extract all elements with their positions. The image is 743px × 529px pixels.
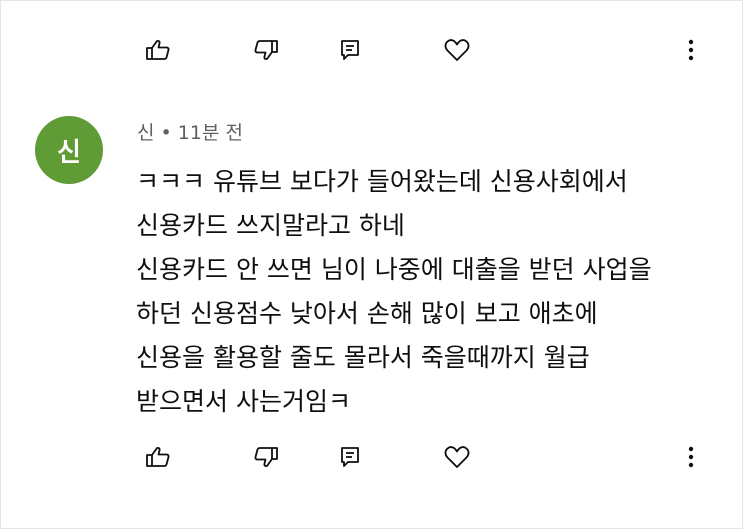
avatar[interactable]: 신	[35, 116, 103, 184]
thumbs-down-icon	[254, 40, 278, 60]
heart-button[interactable]	[437, 437, 477, 477]
more-vertical-icon	[688, 39, 694, 61]
comment-line: 하던 신용점수 낮아서 손해 많이 보고 애초에	[136, 299, 598, 328]
thumbs-up-icon	[146, 40, 170, 60]
heart-button[interactable]	[437, 30, 477, 70]
comment-line: 신용카드 쓰지말라고 하네	[136, 211, 405, 240]
comment-actions	[0, 437, 743, 477]
comment-time[interactable]: 11분 전	[178, 122, 243, 144]
thumbs-down-icon	[254, 447, 278, 467]
more-vertical-icon	[688, 446, 694, 468]
comment-line: 신용을 활용할 줄도 몰라서 죽을때까지 월급	[136, 343, 590, 372]
reply-button[interactable]	[330, 437, 370, 477]
heart-icon	[444, 39, 470, 61]
dislike-button[interactable]	[246, 30, 286, 70]
meta-separator: •	[160, 122, 172, 144]
like-button[interactable]	[138, 30, 178, 70]
dislike-button[interactable]	[246, 437, 286, 477]
comment-text: ㅋㅋㅋ 유튜브 보다가 들어왔는데 신용사회에서 신용카드 쓰지말라고 하네 신…	[136, 160, 726, 424]
avatar-letter: 신	[57, 137, 81, 168]
reply-comment-icon	[341, 447, 359, 467]
more-options-button[interactable]	[671, 437, 711, 477]
like-button[interactable]	[138, 437, 178, 477]
previous-comment-actions	[0, 30, 743, 70]
comment-line: ㅋㅋㅋ 유튜브 보다가 들어왔는데 신용사회에서	[136, 167, 628, 196]
more-options-button[interactable]	[671, 30, 711, 70]
comment-author[interactable]: 신	[137, 122, 154, 144]
reply-comment-icon	[341, 40, 359, 60]
reply-button[interactable]	[330, 30, 370, 70]
comment-meta: 신 • 11분 전	[137, 118, 243, 145]
thumbs-up-icon	[146, 447, 170, 467]
comment-line: 신용카드 안 쓰면 님이 나중에 대출을 받던 사업을	[136, 255, 652, 284]
heart-icon	[444, 446, 470, 468]
comment-line: 받으면서 사는거임ㅋ	[136, 387, 351, 416]
